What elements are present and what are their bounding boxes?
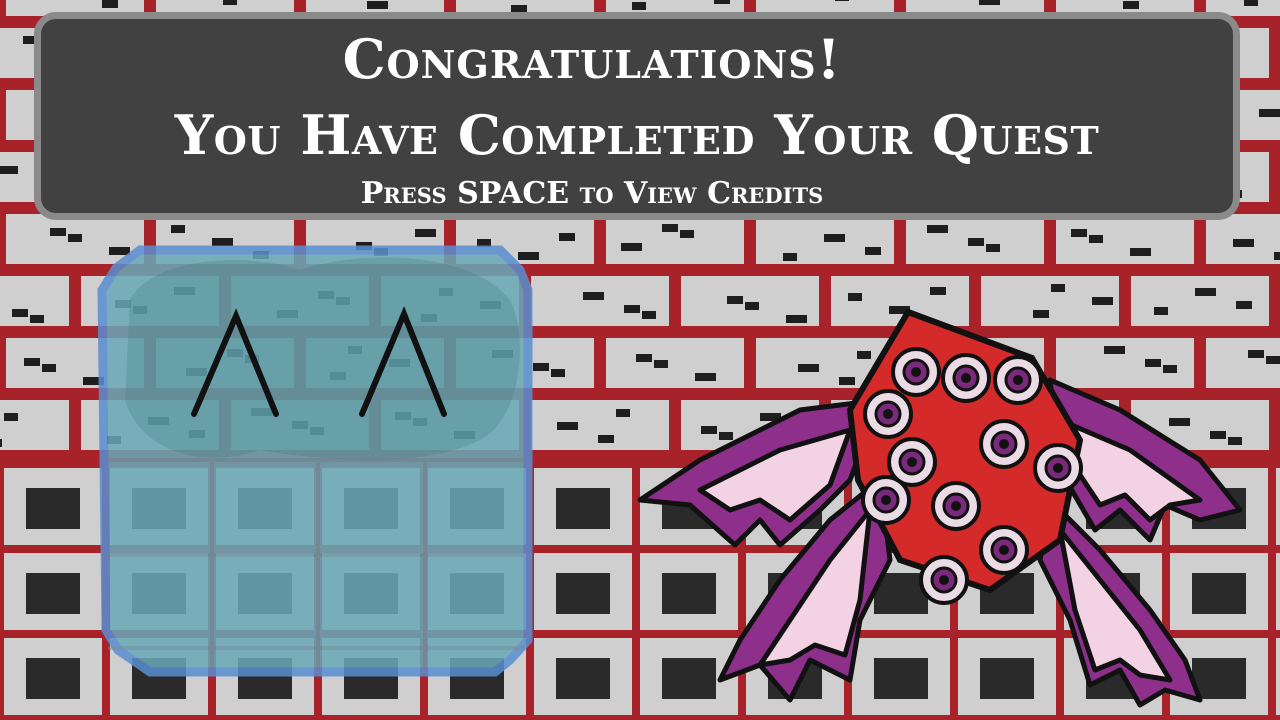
boss-eye-pupil — [883, 409, 893, 419]
victory-scene: Congratulations! You Have Completed Your… — [0, 0, 1280, 720]
boss-eye-pupil — [1053, 463, 1063, 473]
boss-eye-pupil — [951, 501, 961, 511]
boss-eye-pupil — [939, 575, 949, 585]
boss-eye-pupil — [999, 545, 1009, 555]
boss-eye-pupil — [881, 495, 891, 505]
boss-eye-pupil — [1013, 375, 1023, 385]
many-eyed-winged-boss-icon — [637, 308, 1243, 708]
boss-eye-pupil — [961, 373, 971, 383]
boss-eye-pupil — [999, 439, 1009, 449]
boss-eye-pupil — [907, 457, 917, 467]
boss-eye-pupil — [911, 367, 921, 377]
